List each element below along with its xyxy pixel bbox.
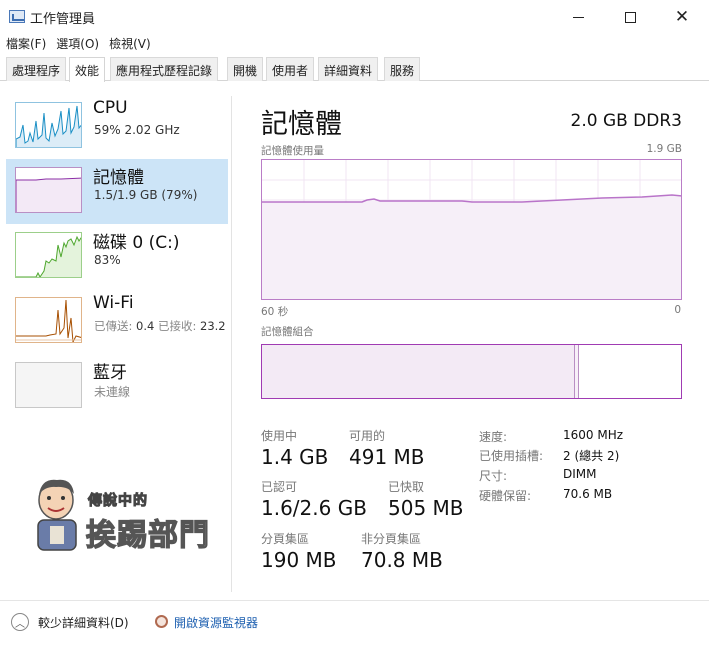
- sidebar-item-wifi[interactable]: Wi-Fi 已傳送: 0.4 已接收: 23.2: [6, 289, 228, 354]
- maximize-button[interactable]: [607, 0, 653, 34]
- detail-slots-label: 已使用插槽:: [479, 449, 544, 463]
- tab-users[interactable]: 使用者: [266, 57, 315, 81]
- sidebar-item-bluetooth[interactable]: 藍牙 未連線: [6, 354, 228, 419]
- sidebar-item-memory[interactable]: 記憶體 1.5/1.9 GB (79%): [6, 159, 228, 224]
- minimize-icon: [572, 16, 584, 18]
- stat-available-value: 491 MB: [349, 445, 425, 469]
- tab-details[interactable]: 詳細資料: [318, 57, 379, 81]
- chevron-up-icon[interactable]: ︿: [11, 613, 29, 631]
- menu-file[interactable]: 檔案(F): [0, 34, 52, 54]
- pane-divider: [231, 96, 232, 592]
- detail-speed-value: 1600 MHz: [563, 428, 624, 442]
- close-icon: ✕: [674, 6, 690, 27]
- page-title: 記憶體: [261, 109, 342, 140]
- maximize-icon: [624, 11, 636, 23]
- stat-paged-label: 分頁集區: [261, 532, 310, 546]
- stat-in-use-label: 使用中: [261, 429, 298, 443]
- composition-in-use: [262, 345, 575, 398]
- detail-form-factor-value: DIMM: [563, 467, 597, 481]
- minimize-button[interactable]: [555, 0, 601, 34]
- sidebar-item-detail: 1.5/1.9 GB (79%): [94, 188, 198, 202]
- window-title: 工作管理員: [30, 12, 96, 27]
- tab-processes[interactable]: 處理程序: [6, 57, 67, 81]
- stat-in-use-value: 1.4 GB: [261, 445, 329, 469]
- stat-cached-label: 已快取: [388, 480, 425, 494]
- usage-graph-max: 1.9 GB: [646, 143, 682, 155]
- graph-time-left: 60 秒: [261, 306, 289, 318]
- detail-hw-reserved-label: 硬體保留:: [479, 489, 532, 503]
- sidebar-item-name: 記憶體: [93, 168, 144, 188]
- resource-monitor-icon: [155, 615, 168, 628]
- sidebar-item-detail: 已傳送: 0.4 已接收: 23.2: [94, 319, 226, 333]
- stat-cached-value: 505 MB: [388, 496, 464, 520]
- sidebar-item-name: 藍牙: [93, 363, 127, 383]
- sidebar-item-cpu[interactable]: CPU 59% 2.02 GHz: [6, 94, 228, 159]
- stat-available-label: 可用的: [349, 429, 386, 443]
- sidebar-item-disk[interactable]: 磁碟 0 (C:) 83%: [6, 224, 228, 289]
- memory-composition-bar: [261, 344, 682, 399]
- sidebar-item-name: Wi-Fi: [93, 293, 134, 313]
- fewer-details-button[interactable]: 較少詳細資料(D): [38, 614, 129, 631]
- close-button[interactable]: ✕: [659, 0, 705, 34]
- sidebar-item-name: CPU: [93, 98, 128, 118]
- detail-speed-label: 速度:: [479, 430, 508, 444]
- sidebar-item-detail: 59% 2.02 GHz: [94, 123, 180, 137]
- watermark-logo: 傳說中的 挨踢部門: [30, 476, 220, 556]
- tab-performance[interactable]: 效能: [69, 57, 106, 82]
- memory-spec: 2.0 GB DDR3: [570, 111, 683, 131]
- menu-bar: 檔案(F) 選項(O) 檢視(V): [0, 34, 155, 54]
- stat-paged-value: 190 MB: [261, 548, 337, 572]
- usage-graph-label: 記憶體使用量: [261, 145, 324, 157]
- task-manager-icon: [9, 10, 25, 23]
- cpu-thumbnail-graph: [15, 102, 82, 148]
- open-resource-monitor-link[interactable]: 開啟資源監視器: [174, 614, 258, 631]
- composition-label: 記憶體組合: [261, 326, 314, 338]
- disk-thumbnail-graph: [15, 232, 82, 278]
- watermark-text-main: 挨踢部門: [85, 517, 210, 553]
- stat-committed-value: 1.6/2.6 GB: [261, 496, 367, 520]
- composition-standby: [579, 345, 581, 398]
- stat-nonpaged-label: 非分頁集區: [361, 532, 422, 546]
- menu-view[interactable]: 檢視(V): [103, 34, 157, 54]
- wifi-thumbnail-graph: [15, 297, 82, 343]
- title-bar: 工作管理員 ✕: [0, 0, 709, 34]
- footer-bar: ︿ 較少詳細資料(D) 開啟資源監視器: [0, 600, 709, 650]
- memory-thumbnail-graph: [15, 167, 82, 213]
- sidebar-item-detail: 未連線: [94, 385, 131, 399]
- detail-form-factor-label: 尺寸:: [479, 469, 508, 483]
- tab-startup[interactable]: 開機: [227, 57, 264, 81]
- sidebar-item-detail: 83%: [94, 253, 121, 267]
- tab-services[interactable]: 服務: [384, 57, 421, 81]
- bluetooth-thumbnail-graph: [15, 362, 82, 408]
- tab-app-history[interactable]: 應用程式歷程記錄: [110, 57, 219, 81]
- memory-usage-graph: [261, 159, 682, 300]
- detail-slots-value: 2 (總共 2): [563, 449, 620, 463]
- tab-bar: 處理程序 效能 應用程式歷程記錄 開機 使用者 詳細資料 服務: [0, 57, 709, 82]
- stat-committed-label: 已認可: [261, 480, 298, 494]
- graph-time-right: 0: [674, 304, 681, 316]
- stat-nonpaged-value: 70.8 MB: [361, 548, 443, 572]
- detail-hw-reserved-value: 70.6 MB: [563, 487, 613, 501]
- watermark-text-top: 傳說中的: [88, 493, 148, 510]
- sidebar-item-name: 磁碟 0 (C:): [93, 233, 180, 253]
- menu-options[interactable]: 選項(O): [50, 34, 105, 54]
